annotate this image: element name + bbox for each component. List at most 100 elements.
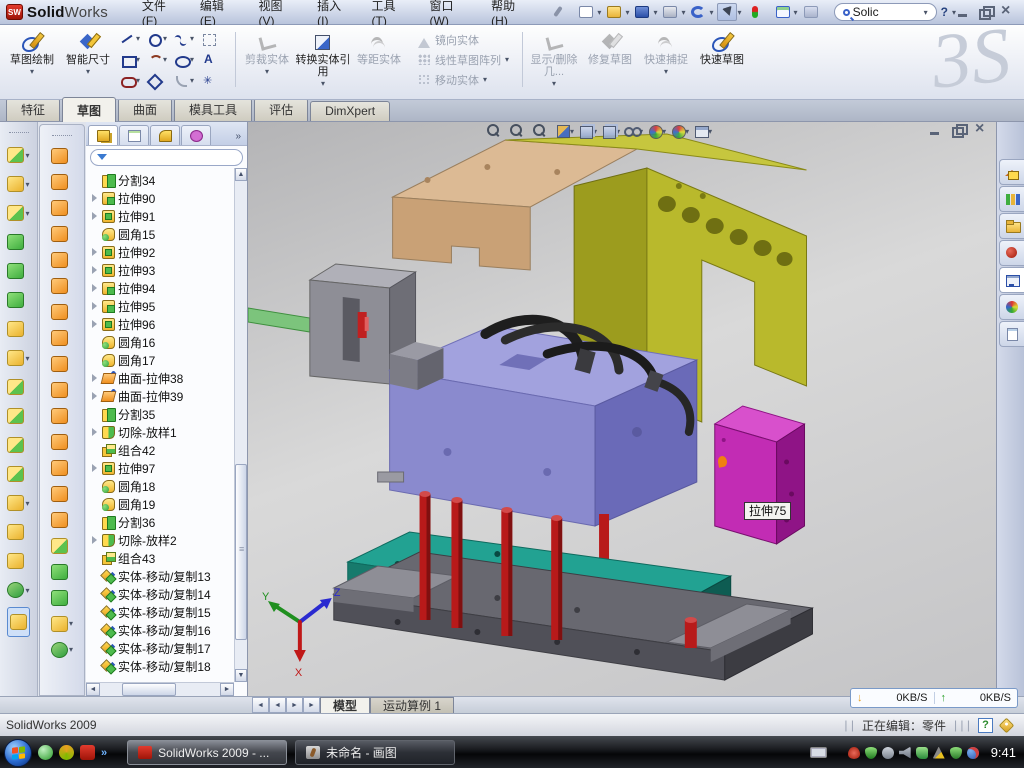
feature-tool-button[interactable]: ▾ <box>7 461 29 487</box>
ribbon-tab[interactable]: DimXpert <box>310 101 390 121</box>
dropdown-arrow-icon[interactable]: ▾ <box>30 67 34 76</box>
manager-tab[interactable] <box>119 125 149 145</box>
expander-icon[interactable] <box>92 320 101 328</box>
feature-tree-item[interactable]: 拉伸91 <box>92 207 233 225</box>
dropdown-arrow-icon[interactable]: ▾ <box>664 67 668 76</box>
feature-tree-item[interactable]: 拉伸94 <box>92 279 233 297</box>
dropdown-arrow-icon[interactable]: ▾ <box>25 151 29 160</box>
toolbar-icon[interactable] <box>632 3 652 21</box>
tray-icon[interactable] <box>967 747 979 759</box>
toolbar-icon[interactable] <box>773 3 793 21</box>
sketch-entity-icon[interactable] <box>174 74 189 88</box>
scrollbar-thumb[interactable] <box>235 464 247 640</box>
doc-close-button[interactable] <box>974 124 988 136</box>
scrollbar-thumb[interactable] <box>122 683 176 696</box>
view-tool-icon[interactable] <box>578 123 595 139</box>
feature-tool-button[interactable]: ▾ <box>7 519 29 545</box>
command-button[interactable]: 修复草图 ▾ <box>582 28 638 91</box>
feature-tree-item[interactable]: 圆角17 <box>92 351 233 369</box>
toolbar-grip[interactable] <box>52 135 72 138</box>
tray-icon[interactable] <box>899 747 911 759</box>
command-button[interactable]: 移动实体 ▾ <box>413 71 513 89</box>
tab-custom-properties[interactable] <box>999 321 1024 347</box>
tab-design-library[interactable] <box>999 186 1024 212</box>
dropdown-arrow-icon[interactable]: ▾ <box>505 55 509 64</box>
expander-icon[interactable] <box>92 212 101 220</box>
feature-tool-button[interactable]: ▾ <box>7 316 29 342</box>
feature-tool-button[interactable]: ▾ <box>7 374 29 400</box>
ribbon-tab[interactable]: 模具工具 <box>174 98 252 121</box>
sketch-entity-icon[interactable] <box>147 32 162 46</box>
expander-icon[interactable] <box>92 464 101 472</box>
sketch-entity-icon[interactable] <box>120 74 135 88</box>
feature-tool-button[interactable]: ▾ <box>7 200 29 226</box>
dropdown-arrow-icon[interactable]: ▾ <box>163 34 167 43</box>
surface-tool-button[interactable]: ▾ <box>51 274 73 297</box>
feature-tree-item[interactable]: 拉伸93 <box>92 261 233 279</box>
feature-tree-item[interactable]: 拉伸90 <box>92 189 233 207</box>
feature-tree-item[interactable]: 圆角15 <box>92 225 233 243</box>
view-tool-icon[interactable] <box>670 123 687 139</box>
feature-tree-item[interactable]: 圆角19 <box>92 495 233 513</box>
instant3d-button-pressed[interactable] <box>7 607 30 637</box>
view-tool-icon[interactable] <box>555 123 572 139</box>
surface-tool-button[interactable]: ▾ <box>51 144 73 167</box>
expander-icon[interactable] <box>92 392 101 400</box>
help-button[interactable]: ? <box>937 5 952 19</box>
surface-tool-button[interactable]: ▾ <box>51 430 73 453</box>
expander-icon[interactable] <box>92 428 101 436</box>
manager-tab[interactable] <box>150 125 180 145</box>
feature-tool-button[interactable]: ▾ <box>7 490 29 516</box>
command-button[interactable]: 快速草图 ▾ <box>694 28 750 91</box>
tab-search[interactable] <box>999 240 1024 266</box>
surface-tool-button[interactable]: ▾ <box>51 222 73 245</box>
feature-tree-item[interactable]: 分割36 <box>92 513 233 531</box>
feature-tree-item[interactable]: 实体-移动/复制18 <box>92 657 233 675</box>
motion-study-tab[interactable]: 运动算例 1 <box>370 697 454 713</box>
command-button[interactable]: 线性草图阵列 ▾ <box>413 51 513 69</box>
sketch-entity-icon[interactable] <box>147 53 162 67</box>
ribbon-tab[interactable]: 草图 <box>62 97 116 122</box>
start-button[interactable] <box>4 739 32 767</box>
dropdown-arrow-icon[interactable]: ▾ <box>86 67 90 76</box>
quick-launch-icon[interactable] <box>38 745 53 760</box>
surface-tool-button[interactable]: ▾ <box>51 638 73 661</box>
exploded-mold-assembly[interactable]: Y Z X <box>248 122 996 696</box>
scroll-left-arrow[interactable]: ◄ <box>86 683 100 696</box>
search-dropdown-icon[interactable]: ▾ <box>924 8 928 17</box>
surface-tool-button[interactable]: ▾ <box>51 352 73 375</box>
feature-tool-button[interactable]: ▾ <box>7 432 29 458</box>
command-button[interactable]: 快速捕捉 ▾ <box>638 28 694 91</box>
surface-tool-button[interactable]: ▾ <box>51 508 73 531</box>
view-nav-button[interactable]: ◄ <box>252 697 269 713</box>
feature-tool-button[interactable]: ▾ <box>7 142 29 168</box>
feature-tool-button[interactable]: ▾ <box>7 577 29 603</box>
surface-tool-button[interactable]: ▾ <box>51 534 73 557</box>
feature-tree-item[interactable]: 曲面-拉伸39 <box>92 387 233 405</box>
quick-launch-icon[interactable] <box>59 745 74 760</box>
scroll-up-arrow[interactable]: ▲ <box>235 168 247 181</box>
feature-tool-button[interactable]: ▾ <box>7 548 29 574</box>
surface-tool-button[interactable]: ▾ <box>51 378 73 401</box>
manager-tab[interactable] <box>88 125 118 145</box>
toolbar-icon[interactable] <box>660 3 680 21</box>
taskbar-task-button[interactable]: SolidWorks 2009 - ... <box>127 740 287 765</box>
feature-tree-item[interactable]: 实体-移动/复制13 <box>92 567 233 585</box>
toolbar-icon[interactable] <box>801 3 821 21</box>
sketch-entity-icon[interactable] <box>174 53 189 67</box>
command-button[interactable]: 等距实体 ▾ <box>351 28 407 91</box>
feature-tree-item[interactable]: 分割34 <box>92 171 233 189</box>
tray-icon[interactable] <box>933 747 945 759</box>
surface-tool-button[interactable]: ▾ <box>51 586 73 609</box>
view-tool-icon[interactable] <box>624 123 641 139</box>
view-tool-icon[interactable] <box>601 123 618 139</box>
scroll-right-arrow[interactable]: ► <box>220 683 234 696</box>
view-tool-icon[interactable] <box>509 123 526 139</box>
view-tool-icon[interactable] <box>532 123 549 139</box>
feature-tool-button[interactable]: ▾ <box>7 287 29 313</box>
dropdown-arrow-icon[interactable]: ▾ <box>597 8 601 17</box>
surface-tool-button[interactable]: ▾ <box>51 248 73 271</box>
tree-vertical-scrollbar[interactable]: ▲ ▼ <box>234 168 247 682</box>
dropdown-arrow-icon[interactable]: ▾ <box>653 8 657 17</box>
command-button[interactable]: 转换实体引用 ▾ <box>295 28 351 91</box>
